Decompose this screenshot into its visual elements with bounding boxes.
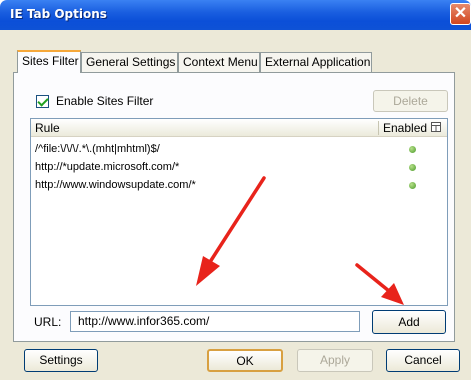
settings-button[interactable]: Settings xyxy=(24,349,98,372)
enabled-indicator[interactable] xyxy=(409,146,416,153)
window-title: IE Tab Options xyxy=(10,7,107,21)
ok-button[interactable]: OK xyxy=(207,349,283,372)
rules-list[interactable]: Rule Enabled /^file:\/\/\/.*\.(mht|mhtml… xyxy=(30,118,448,306)
close-icon: ✕ xyxy=(453,5,468,22)
rule-pattern: /^file:\/\/\/.*\.(mht|mhtml)$/ xyxy=(35,143,160,155)
add-button[interactable]: Add xyxy=(372,310,446,334)
tab-label: Sites Filter xyxy=(22,54,79,68)
checkbox-label: Enable Sites Filter xyxy=(56,94,154,108)
rule-row[interactable]: http://www.windowsupdate.com/* xyxy=(35,176,196,194)
delete-button[interactable]: Delete xyxy=(373,90,448,112)
url-input[interactable]: http://www.infor365.com/ xyxy=(70,311,360,332)
list-header: Rule Enabled xyxy=(31,119,447,137)
enable-sites-filter-checkbox[interactable]: Enable Sites Filter xyxy=(36,93,153,109)
column-chooser-icon[interactable] xyxy=(431,122,441,132)
enabled-indicator[interactable] xyxy=(409,164,416,171)
rule-row[interactable]: http://*update.microsoft.com/* xyxy=(35,158,179,176)
rule-row[interactable]: /^file:\/\/\/.*\.(mht|mhtml)$/ xyxy=(35,140,160,158)
cancel-button[interactable]: Cancel xyxy=(386,349,460,372)
tab-label: Context Menu xyxy=(183,55,258,69)
tab-sites-filter[interactable]: Sites Filter xyxy=(17,50,81,73)
column-header-enabled[interactable]: Enabled xyxy=(383,121,427,135)
url-label: URL: xyxy=(34,315,62,329)
tab-external-application[interactable]: External Application xyxy=(260,52,372,72)
column-header-rule[interactable]: Rule xyxy=(35,121,60,135)
close-button[interactable]: ✕ xyxy=(450,3,471,25)
tab-label: External Application xyxy=(265,55,371,69)
title-bar[interactable]: IE Tab Options ✕ xyxy=(0,0,471,30)
tab-context-menu[interactable]: Context Menu xyxy=(178,52,260,72)
rule-pattern: http://www.windowsupdate.com/* xyxy=(35,179,196,191)
rule-pattern: http://*update.microsoft.com/* xyxy=(35,161,180,173)
enabled-indicator[interactable] xyxy=(409,182,416,189)
checkbox-box[interactable] xyxy=(36,94,49,108)
tab-label: General Settings xyxy=(86,55,176,69)
tab-general-settings[interactable]: General Settings xyxy=(81,52,178,72)
column-separator[interactable] xyxy=(378,121,379,135)
apply-button[interactable]: Apply xyxy=(297,349,373,372)
